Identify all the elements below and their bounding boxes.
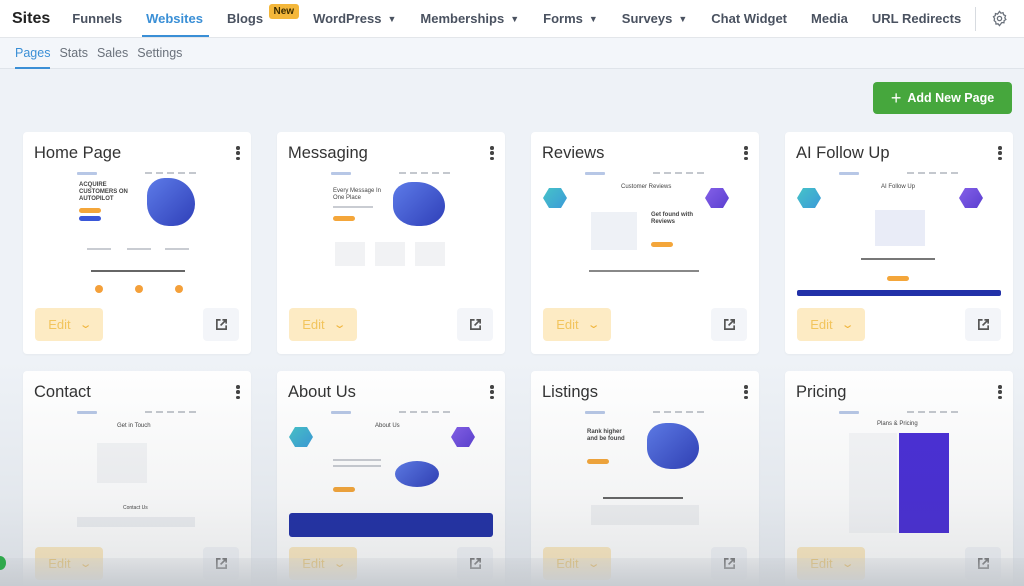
open-external-icon[interactable]	[711, 308, 747, 341]
decoration-hexagon	[289, 427, 313, 447]
nav-wordpress[interactable]: WordPress ▼	[313, 0, 396, 38]
edit-label: Edit	[48, 317, 71, 332]
more-options-icon[interactable]	[235, 385, 241, 399]
page-card-title: Listings	[542, 383, 598, 401]
add-new-page-button[interactable]: + Add New Page	[873, 82, 1012, 114]
page-preview-thumbnail[interactable]: AI Follow Up	[839, 170, 961, 296]
page-preview-thumbnail[interactable]: ACQUIRE CUSTOMERS ON AUTOPILOT	[77, 170, 199, 296]
tab-stats[interactable]: Stats	[59, 38, 88, 69]
decoration-hexagon	[959, 188, 983, 208]
preview-contact-band	[289, 513, 493, 537]
add-new-page-label: Add New Page	[907, 91, 995, 105]
tab-pages[interactable]: Pages	[15, 38, 51, 69]
nav-memberships-label: Memberships	[420, 11, 505, 26]
page-card[interactable]: AI Follow Up AI Follow Up Edit ⌄	[785, 132, 1013, 354]
decoration-hexagon	[797, 188, 821, 208]
chevron-down-icon: ▼	[387, 13, 397, 24]
nav-forms[interactable]: Forms ▼	[543, 0, 598, 38]
edit-button[interactable]: Edit ⌄	[797, 308, 865, 341]
chevron-down-icon: ▼	[588, 13, 598, 24]
more-options-icon[interactable]	[997, 146, 1003, 160]
chevron-down-icon: ▼	[678, 13, 688, 24]
page-card-title: Pricing	[796, 383, 847, 401]
open-external-icon[interactable]	[457, 308, 493, 341]
edit-button[interactable]: Edit ⌄	[543, 308, 611, 341]
chevron-down-icon: ⌄	[586, 319, 601, 331]
edit-label: Edit	[302, 317, 325, 332]
chevron-down-icon: ▼	[510, 13, 520, 24]
open-external-icon[interactable]	[965, 308, 1001, 341]
page-preview-thumbnail[interactable]: Every Message In One Place	[331, 170, 453, 296]
nav-url-redirects[interactable]: URL Redirects	[872, 0, 961, 38]
page-card-title: Contact	[34, 383, 91, 401]
page-card[interactable]: Messaging Every Message In One Place Edi…	[277, 132, 505, 354]
page-preview-thumbnail[interactable]: Rank higher and be found	[585, 409, 707, 535]
page-card-title: Home Page	[34, 144, 122, 162]
nav-forms-label: Forms	[543, 11, 583, 26]
chevron-down-icon: ⌄	[78, 319, 93, 331]
bottom-edge-fade	[0, 558, 1024, 586]
edit-label: Edit	[556, 317, 579, 332]
page-card[interactable]: Listings Rank higher and be found Edit⌄	[531, 371, 759, 586]
plus-icon: +	[890, 88, 902, 108]
decoration-hexagon	[543, 188, 567, 208]
page-card[interactable]: Reviews Customer Reviews Get found with …	[531, 132, 759, 354]
nav-surveys-label: Surveys	[621, 11, 673, 26]
new-badge: New	[268, 3, 300, 19]
tab-sales[interactable]: Sales	[97, 38, 128, 69]
nav-blogs-label: Blogs	[226, 11, 264, 26]
preview-footer-band	[797, 290, 1001, 296]
page-card[interactable]: Pricing Plans & Pricing Edit⌄	[785, 371, 1013, 586]
nav-websites-label: Websites	[146, 11, 203, 26]
more-options-icon[interactable]	[489, 146, 495, 160]
sub-navigation: Pages Stats Sales Settings	[0, 38, 1024, 69]
nav-blogs[interactable]: Blogs New	[226, 0, 300, 38]
nav-wordpress-label: WordPress	[313, 11, 382, 26]
edit-label: Edit	[810, 317, 833, 332]
nav-url-redirects-label: URL Redirects	[871, 11, 962, 26]
page-card-title: About Us	[288, 383, 356, 401]
page-card-title: AI Follow Up	[796, 144, 890, 162]
gear-icon[interactable]	[990, 10, 1008, 28]
page-card-title: Messaging	[288, 144, 368, 162]
nav-funnels[interactable]: Funnels	[72, 0, 122, 38]
chevron-down-icon: ⌄	[332, 319, 347, 331]
open-external-icon[interactable]	[203, 308, 239, 341]
page-card[interactable]: About Us About Us Edit⌄	[277, 371, 505, 586]
more-options-icon[interactable]	[743, 146, 749, 160]
top-navigation: Sites Funnels Websites Blogs New WordPre…	[0, 0, 1024, 38]
nav-funnels-label: Funnels	[72, 11, 123, 26]
page-card[interactable]: Home Page ACQUIRE CUSTOMERS ON AUTOPILOT E…	[23, 132, 251, 354]
nav-chat-widget[interactable]: Chat Widget	[711, 0, 787, 38]
page-preview-thumbnail[interactable]: Plans & Pricing	[839, 409, 961, 535]
nav-memberships[interactable]: Memberships ▼	[420, 0, 519, 38]
nav-media-label: Media	[811, 11, 848, 26]
nav-chat-widget-label: Chat Widget	[711, 11, 788, 26]
more-options-icon[interactable]	[997, 385, 1003, 399]
nav-media[interactable]: Media	[811, 0, 848, 38]
decoration-hexagon	[705, 188, 729, 208]
nav-divider	[975, 6, 977, 31]
chevron-down-icon: ⌄	[840, 319, 855, 331]
more-options-icon[interactable]	[489, 385, 495, 399]
tab-settings[interactable]: Settings	[137, 38, 182, 69]
nav-surveys[interactable]: Surveys ▼	[622, 0, 688, 38]
edit-button[interactable]: Edit ⌄	[289, 308, 357, 341]
more-options-icon[interactable]	[743, 385, 749, 399]
nav-websites[interactable]: Websites	[142, 0, 209, 38]
page-preview-thumbnail[interactable]: Customer Reviews Get found with Reviews	[585, 170, 707, 296]
page-preview-thumbnail[interactable]: Get in Touch Contact Us	[77, 409, 199, 535]
app-title: Sites	[12, 9, 51, 27]
edit-button[interactable]: Edit ⌄	[35, 308, 103, 341]
more-options-icon[interactable]	[235, 146, 241, 160]
page-card[interactable]: Contact Get in Touch Contact Us Edit⌄	[23, 371, 251, 586]
decoration-hexagon	[451, 427, 475, 447]
page-card-title: Reviews	[542, 144, 605, 162]
